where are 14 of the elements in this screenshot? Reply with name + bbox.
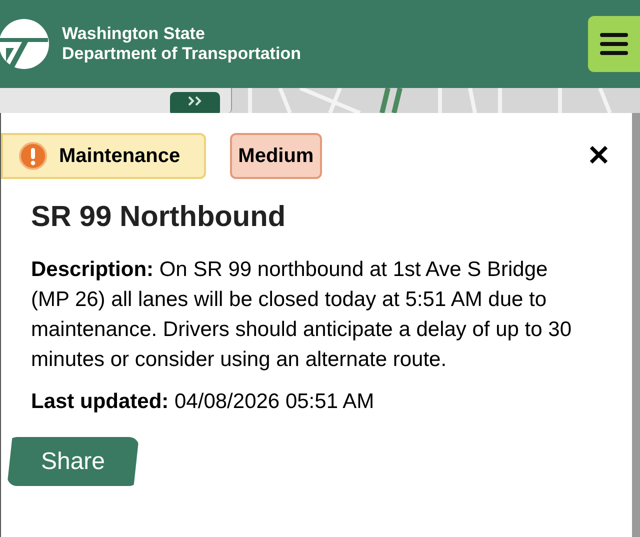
incident-title: SR 99 Northbound	[31, 200, 287, 235]
category-label: Maintenance	[59, 144, 180, 169]
warning-icon	[19, 142, 47, 170]
severity-badge: Medium	[230, 133, 322, 179]
description: Description: On SR 99 northbound at 1st Ave S Bridge (MP 26) all lanes will be closed today at 5:51 AM due to maintenance. Drivers should anticipate a delay of up to 30 minutes or consider using an alternate route.	[31, 257, 572, 373]
agency-name: Washington State	[62, 24, 206, 44]
chevrons-icon	[187, 96, 203, 106]
last-updated: Last updated: 04/08/2026 05:51 AM	[31, 389, 376, 415]
menu-button[interactable]	[588, 16, 640, 72]
menu-icon	[600, 32, 628, 56]
expand-button[interactable]	[170, 92, 220, 113]
close-button[interactable]: ✕	[587, 142, 610, 170]
agency-name: Department of Transportation	[62, 44, 301, 64]
share-button[interactable]: Share	[7, 437, 139, 486]
